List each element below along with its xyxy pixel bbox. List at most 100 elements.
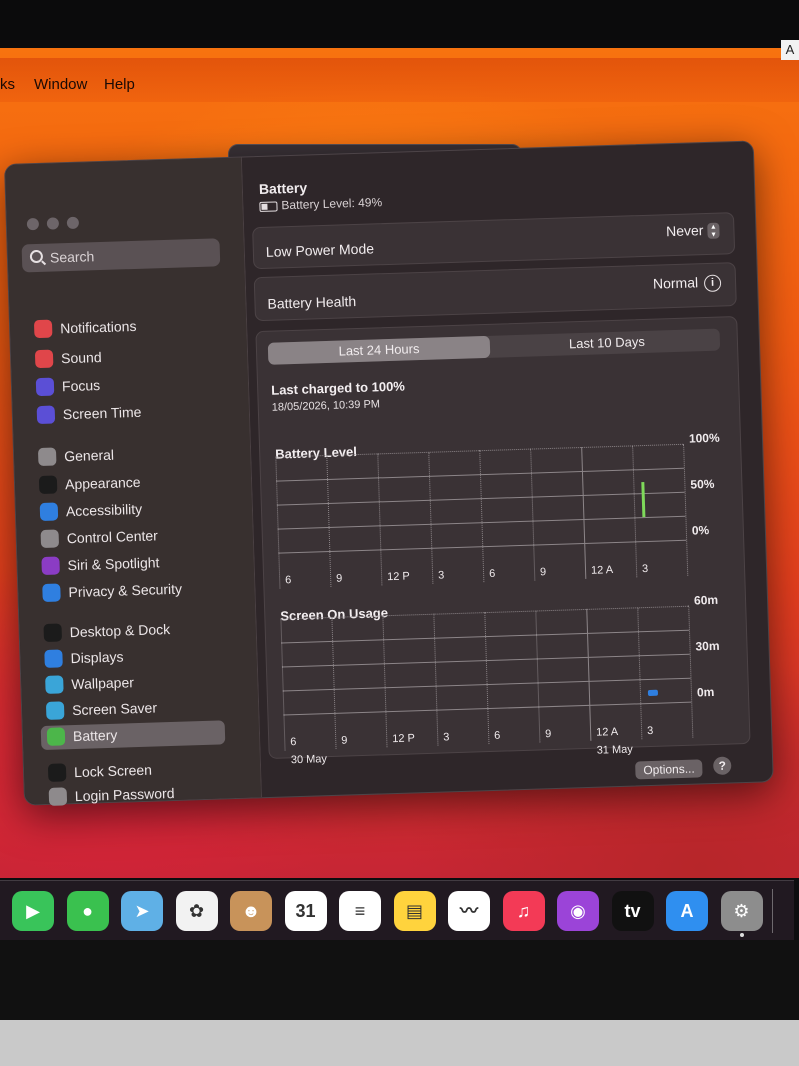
key-icon <box>48 787 68 806</box>
search-placeholder: Search <box>49 248 95 266</box>
date-label: 30 May <box>290 753 328 767</box>
dock-app-photos[interactable]: ✿ <box>175 891 218 931</box>
siri-icon <box>41 556 60 576</box>
menu-item-help[interactable]: Help <box>104 76 135 93</box>
sidebar-item-label: Lock Screen <box>73 761 153 781</box>
y-tick-label: 30m <box>695 638 720 654</box>
x-tick-label: 12 A <box>595 725 619 739</box>
y-tick-label: 50% <box>690 476 715 492</box>
dock-separator <box>772 889 773 933</box>
battery-health-label: Battery Health <box>267 293 357 312</box>
help-button[interactable]: ? <box>712 756 732 776</box>
dock-app-contacts[interactable]: ☻ <box>230 891 272 931</box>
sidebar-item-notifications[interactable]: Notifications <box>33 318 137 342</box>
sidebar-item-displays[interactable]: Displays <box>44 648 124 672</box>
sidebar-item-focus[interactable]: Focus <box>35 376 100 400</box>
lock-icon <box>47 763 67 782</box>
sidebar-item-label: Control Center <box>66 527 159 547</box>
dock-app-freeform[interactable]: 〰 <box>448 891 490 931</box>
sidebar-item-label: Screen Time <box>62 403 142 423</box>
sidebar-item-label: Desktop & Dock <box>69 621 171 641</box>
close-button[interactable] <box>26 217 40 231</box>
corner-indicator: A <box>781 40 799 60</box>
dock-app-tv[interactable]: tv <box>611 891 654 931</box>
battery-health-row: Battery Health Normal i <box>253 262 737 322</box>
sidebar-item-siri-spotlight[interactable]: Siri & Spotlight <box>41 554 160 579</box>
dock-app-podcasts[interactable]: ◉ <box>557 891 599 931</box>
x-tick-label: 6 <box>488 567 496 580</box>
dock-app-messages[interactable]: ● <box>66 891 109 931</box>
sidebar-item-battery[interactable]: Battery <box>40 720 226 751</box>
x-tick-label: 9 <box>544 728 552 741</box>
sidebar-item-privacy-security[interactable]: Privacy & Security <box>42 581 182 606</box>
wallpaper-icon <box>45 675 64 694</box>
x-tick-label: 9 <box>341 734 348 747</box>
x-tick-label: 12 A <box>590 564 614 577</box>
x-tick-label: 3 <box>646 724 654 738</box>
menu-bar: ks Window Help <box>0 58 799 102</box>
chevron-updown-icon: ▴ ▾ <box>707 222 720 240</box>
dock-app-reminders[interactable]: ≡ <box>339 891 381 931</box>
options-button[interactable]: Options... <box>635 759 703 780</box>
dock-app-system-settings[interactable]: ⚙ <box>720 891 763 931</box>
dock-app-facetime[interactable]: ▶ <box>12 891 54 931</box>
sidebar-item-label: Battery <box>72 726 118 745</box>
y-tick-label: 0% <box>691 523 710 538</box>
minimize-button[interactable] <box>46 217 60 230</box>
sidebar-item-appearance[interactable]: Appearance <box>38 474 141 498</box>
x-tick-label: 3 <box>641 562 649 576</box>
sidebar-item-label: Sound <box>60 349 102 367</box>
battery-icon <box>259 201 278 212</box>
sidebar-item-control-center[interactable]: Control Center <box>40 527 158 552</box>
speaker-icon <box>34 349 54 369</box>
x-tick-label: 6 <box>290 736 297 749</box>
chart-bar <box>647 689 659 697</box>
sidebar-item-label: Appearance <box>64 473 141 493</box>
sidebar-item-wallpaper[interactable]: Wallpaper <box>45 674 134 698</box>
y-tick-label: 100% <box>688 430 720 446</box>
sidebar-item-sound[interactable]: Sound <box>34 348 102 372</box>
dock-icon <box>43 623 63 642</box>
screen-usage-chart: 6 9 12 P 3 6 9 12 A 3 60m 30m 0m 30 May 31 May <box>280 593 720 766</box>
sidebar-item-label: Login Password <box>74 784 175 805</box>
sidebar-item-lock-screen[interactable]: Lock Screen <box>47 762 152 786</box>
sidebar-item-label: Wallpaper <box>71 674 135 693</box>
page-title: Battery <box>258 179 308 198</box>
accessibility-icon <box>39 502 59 522</box>
sidebar-item-screen-time[interactable]: Screen Time <box>36 404 142 428</box>
sidebar-item-screen-saver[interactable]: Screen Saver <box>45 699 157 724</box>
low-power-select[interactable]: Never ▴ ▾ <box>666 222 720 241</box>
sidebar: Search Notifications Sound Focus Screen Tim… <box>5 157 263 806</box>
y-tick-label: 60m <box>693 592 719 608</box>
sidebar-item-desktop-dock[interactable]: Desktop & Dock <box>43 621 170 646</box>
hourglass-icon <box>36 405 56 425</box>
menu-item-window[interactable]: Window <box>34 76 87 93</box>
sidebar-item-label: Screen Saver <box>71 699 158 719</box>
control-center-icon <box>40 529 60 549</box>
sidebar-item-label: Focus <box>61 377 101 395</box>
battery-level-text: Battery Level: 49% <box>259 195 382 213</box>
appearance-icon <box>38 475 58 495</box>
sidebar-item-label: Accessibility <box>65 500 143 520</box>
chart-bar <box>641 482 646 518</box>
dock-app-app-store[interactable]: A <box>666 891 708 931</box>
zoom-button[interactable] <box>66 216 80 230</box>
laptop-body <box>0 1020 799 1066</box>
menu-item-partial[interactable]: ks <box>0 76 15 93</box>
info-icon[interactable]: i <box>703 274 722 292</box>
date-label: 31 May <box>596 743 633 757</box>
battery-level-label: Battery Level: 49% <box>281 195 383 213</box>
dock-app-calendar[interactable]: 31 <box>284 891 327 931</box>
dock-app-maps[interactable]: ➤ <box>121 891 163 931</box>
search-input[interactable]: Search <box>21 238 221 273</box>
dock: ▶ ● ➤ ✿ ☻ 31 ≡ ▤ 〰 ♫ ◉ tv A ⚙ <box>0 880 794 943</box>
sidebar-item-label: Displays <box>70 648 124 667</box>
x-tick-label: 12 P <box>386 570 410 584</box>
battery-icon <box>46 727 66 746</box>
sidebar-item-accessibility[interactable]: Accessibility <box>39 501 142 525</box>
sidebar-item-general[interactable]: General <box>37 446 114 470</box>
battery-pane: Battery Battery Level: 49% Low Power Mod… <box>242 141 773 797</box>
dock-app-music[interactable]: ♫ <box>502 891 545 931</box>
dock-app-notes[interactable]: ▤ <box>393 891 436 931</box>
moon-icon <box>35 377 55 397</box>
